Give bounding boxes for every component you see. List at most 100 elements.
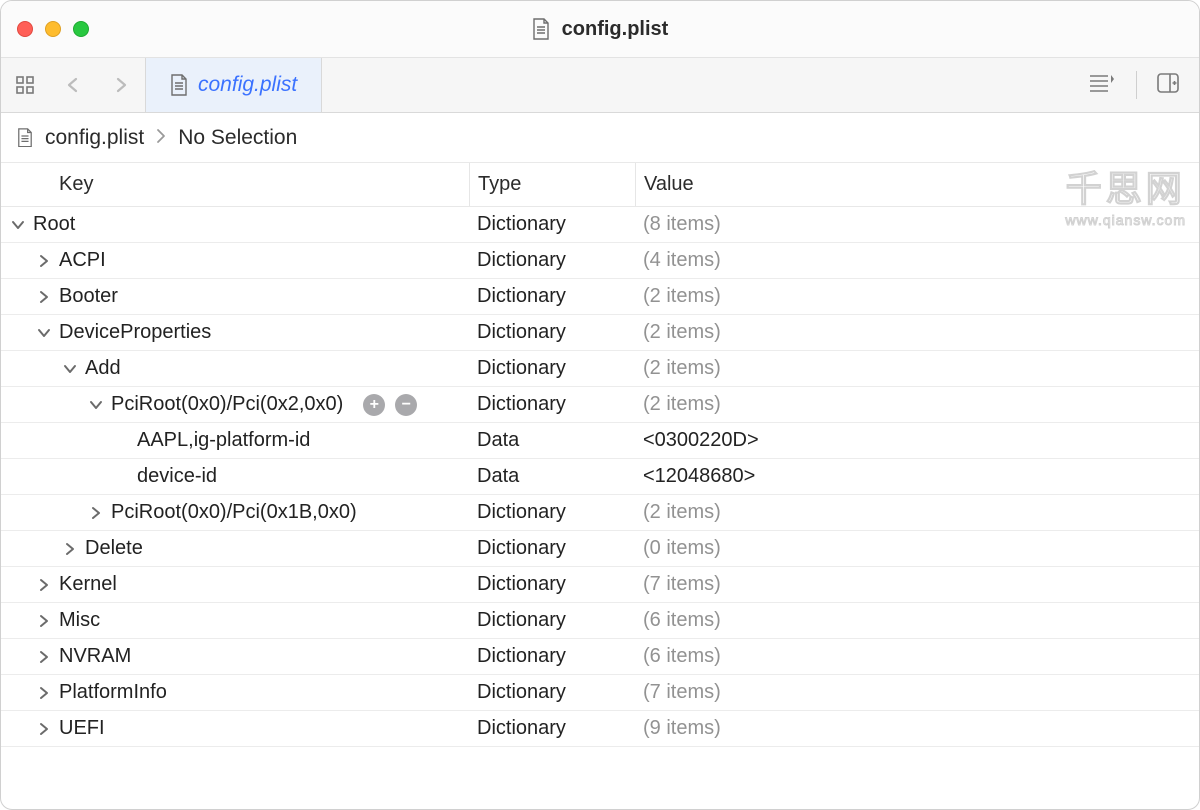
plist-row[interactable]: AAPL,ig-platform-idData<0300220D>: [1, 423, 1199, 459]
type-cell[interactable]: Dictionary: [469, 351, 635, 386]
disclosure-open-icon[interactable]: [61, 360, 79, 378]
disclosure-closed-icon[interactable]: [35, 288, 53, 306]
value-cell[interactable]: (2 items): [635, 315, 1199, 350]
key-cell[interactable]: Delete: [1, 531, 469, 566]
value-cell[interactable]: (2 items): [635, 351, 1199, 386]
plist-row[interactable]: Booter Dictionary(2 items): [1, 279, 1199, 315]
disclosure-closed-icon[interactable]: [35, 720, 53, 738]
key-cell[interactable]: Kernel: [1, 567, 469, 602]
value-cell[interactable]: (2 items): [635, 495, 1199, 530]
disclosure-open-icon[interactable]: [9, 216, 27, 234]
plist-row[interactable]: device-idData<12048680>: [1, 459, 1199, 495]
value-cell[interactable]: (7 items): [635, 567, 1199, 602]
value-cell[interactable]: (0 items): [635, 531, 1199, 566]
value-cell[interactable]: (2 items): [635, 387, 1199, 422]
disclosure-closed-icon[interactable]: [35, 684, 53, 702]
nav-forward-button[interactable]: [97, 58, 145, 112]
file-tab[interactable]: config.plist: [145, 58, 322, 112]
plist-row[interactable]: NVRAM Dictionary(6 items): [1, 639, 1199, 675]
type-cell[interactable]: Dictionary: [469, 603, 635, 638]
plist-row[interactable]: RootDictionary(8 items): [1, 207, 1199, 243]
key-cell[interactable]: PciRoot(0x0)/Pci(0x2,0x0) +−: [1, 387, 469, 422]
key-cell[interactable]: device-id: [1, 459, 469, 494]
key-cell[interactable]: UEFI: [1, 711, 469, 746]
add-child-button[interactable]: +: [363, 394, 385, 416]
disclosure-closed-icon[interactable]: [61, 540, 79, 558]
plist-row[interactable]: AddDictionary(2 items): [1, 351, 1199, 387]
column-header-key[interactable]: Key: [1, 163, 469, 206]
key-cell[interactable]: ACPI: [1, 243, 469, 278]
value-cell[interactable]: <12048680>: [635, 459, 1199, 494]
key-cell[interactable]: NVRAM: [1, 639, 469, 674]
value-cell[interactable]: <0300220D>: [635, 423, 1199, 458]
type-cell[interactable]: Dictionary: [469, 279, 635, 314]
plist-doc-icon: [532, 18, 550, 40]
window-close-button[interactable]: [17, 21, 33, 37]
plist-row[interactable]: UEFIDictionary(9 items): [1, 711, 1199, 747]
type-cell[interactable]: Dictionary: [469, 711, 635, 746]
disclosure-closed-icon[interactable]: [87, 504, 105, 522]
type-cell[interactable]: Dictionary: [469, 207, 635, 242]
type-cell[interactable]: Dictionary: [469, 567, 635, 602]
type-cell[interactable]: Dictionary: [469, 531, 635, 566]
value-cell[interactable]: (9 items): [635, 711, 1199, 746]
value-cell[interactable]: (6 items): [635, 603, 1199, 638]
key-text: Delete: [85, 537, 143, 560]
key-cell[interactable]: Add: [1, 351, 469, 386]
window-minimize-button[interactable]: [45, 21, 61, 37]
key-text: DeviceProperties: [59, 321, 211, 344]
type-cell[interactable]: Dictionary: [469, 243, 635, 278]
type-cell[interactable]: Dictionary: [469, 315, 635, 350]
plist-row[interactable]: PlatformInfoDictionary(7 items): [1, 675, 1199, 711]
plist-doc-icon: [170, 74, 188, 96]
remove-item-button[interactable]: −: [395, 394, 417, 416]
disclosure-none-icon: [113, 432, 131, 450]
disclosure-closed-icon[interactable]: [35, 252, 53, 270]
plist-row[interactable]: MiscDictionary(6 items): [1, 603, 1199, 639]
plist-rows: RootDictionary(8 items)ACPIDictionary(4 …: [1, 207, 1199, 809]
view-mode-button[interactable]: [1090, 73, 1116, 98]
disclosure-open-icon[interactable]: [35, 324, 53, 342]
key-text: Booter: [59, 285, 118, 308]
key-cell[interactable]: Root: [1, 207, 469, 242]
key-cell[interactable]: Booter: [1, 279, 469, 314]
value-cell[interactable]: (6 items): [635, 639, 1199, 674]
key-cell[interactable]: Misc: [1, 603, 469, 638]
type-cell[interactable]: Data: [469, 423, 635, 458]
plist-row[interactable]: KernelDictionary(7 items): [1, 567, 1199, 603]
type-cell[interactable]: Dictionary: [469, 495, 635, 530]
file-tab-label: config.plist: [198, 73, 297, 97]
type-cell[interactable]: Dictionary: [469, 387, 635, 422]
type-cell[interactable]: Data: [469, 459, 635, 494]
type-cell[interactable]: Dictionary: [469, 675, 635, 710]
disclosure-closed-icon[interactable]: [35, 576, 53, 594]
key-cell[interactable]: AAPL,ig-platform-id: [1, 423, 469, 458]
toolbar-spacer: [322, 58, 1090, 112]
add-panel-button[interactable]: [1157, 72, 1179, 99]
disclosure-closed-icon[interactable]: [35, 648, 53, 666]
value-cell[interactable]: (2 items): [635, 279, 1199, 314]
plist-row[interactable]: ACPIDictionary(4 items): [1, 243, 1199, 279]
value-cell[interactable]: (8 items): [635, 207, 1199, 242]
breadcrumb-file[interactable]: config.plist: [45, 126, 144, 150]
breadcrumb-bar: config.plist No Selection: [1, 113, 1199, 163]
plist-row[interactable]: PciRoot(0x0)/Pci(0x1B,0x0)Dictionary(2 i…: [1, 495, 1199, 531]
window-zoom-button[interactable]: [73, 21, 89, 37]
type-cell[interactable]: Dictionary: [469, 639, 635, 674]
plist-row[interactable]: DeviceProperties Dictionary(2 items): [1, 315, 1199, 351]
nav-back-button[interactable]: [49, 58, 97, 112]
key-cell[interactable]: DeviceProperties: [1, 315, 469, 350]
disclosure-closed-icon[interactable]: [35, 612, 53, 630]
plist-row[interactable]: Delete Dictionary(0 items): [1, 531, 1199, 567]
related-items-button[interactable]: [1, 58, 49, 112]
key-text: NVRAM: [59, 645, 131, 668]
value-cell[interactable]: (4 items): [635, 243, 1199, 278]
plist-row[interactable]: PciRoot(0x0)/Pci(0x2,0x0) +− Dictionary(2 …: [1, 387, 1199, 423]
key-cell[interactable]: PlatformInfo: [1, 675, 469, 710]
value-cell[interactable]: (7 items): [635, 675, 1199, 710]
key-cell[interactable]: PciRoot(0x0)/Pci(0x1B,0x0): [1, 495, 469, 530]
column-header-value[interactable]: Value: [635, 163, 1199, 206]
key-text: PciRoot(0x0)/Pci(0x2,0x0): [111, 393, 343, 416]
disclosure-open-icon[interactable]: [87, 396, 105, 414]
column-header-type[interactable]: Type: [469, 163, 635, 206]
